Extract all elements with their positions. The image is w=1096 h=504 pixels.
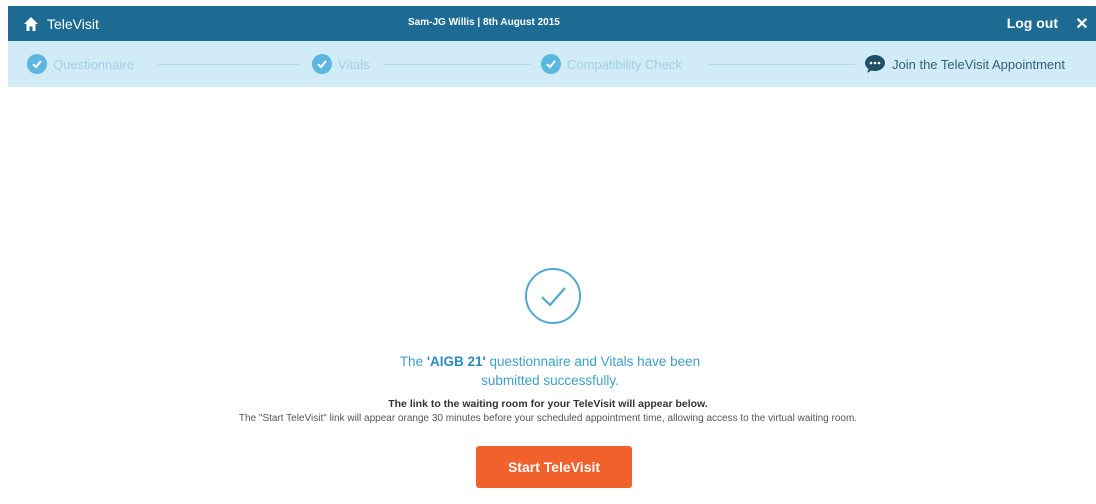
home-icon [24, 17, 38, 31]
step-join-appointment[interactable]: Join the TeleVisit Appointment [864, 53, 1065, 75]
check-circle-icon [312, 54, 332, 74]
chat-bubble-icon [865, 55, 885, 73]
top-bar: TeleVisit Sam-JG Willis | 8th August 201… [8, 6, 1096, 41]
start-link-info: The "Start TeleVisit" link will appear o… [238, 413, 858, 424]
progress-steps: Questionnaire Vitals Compatibility Check… [8, 41, 1096, 87]
patient-info: Sam-JG Willis | 8th August 2015 [408, 17, 560, 28]
check-circle-outline-icon [525, 268, 581, 324]
start-televisit-button[interactable]: Start TeleVisit [476, 446, 632, 488]
step-connector [158, 64, 300, 65]
check-circle-icon [541, 54, 561, 74]
logout-link[interactable]: Log out [1007, 15, 1058, 31]
step-compatibility-check[interactable]: Compatibility Check [541, 53, 682, 75]
questionnaire-name: 'AIGB 21' [426, 354, 486, 369]
step-vitals[interactable]: Vitals [312, 53, 370, 75]
step-label: Vitals [338, 56, 370, 72]
success-text-line2: submitted successfully. [481, 373, 619, 388]
success-message: The 'AIGB 21' questionnaire and Vitals h… [270, 352, 830, 390]
success-prefix: The [399, 354, 427, 369]
waiting-room-info: The link to the waiting room for your Te… [388, 398, 708, 410]
check-circle-icon [27, 54, 47, 74]
home-link[interactable]: TeleVisit [23, 15, 99, 33]
step-connector [707, 64, 855, 65]
close-icon: ✕ [1075, 15, 1089, 33]
step-connector [383, 64, 531, 65]
success-text: questionnaire and Vitals have been [485, 354, 701, 369]
close-button[interactable]: ✕ [1068, 6, 1096, 41]
app-title: TeleVisit [47, 16, 99, 32]
step-label: Join the TeleVisit Appointment [892, 56, 1065, 72]
step-label: Compatibility Check [567, 56, 682, 72]
step-questionnaire[interactable]: Questionnaire [27, 53, 134, 75]
step-label: Questionnaire [53, 56, 134, 72]
